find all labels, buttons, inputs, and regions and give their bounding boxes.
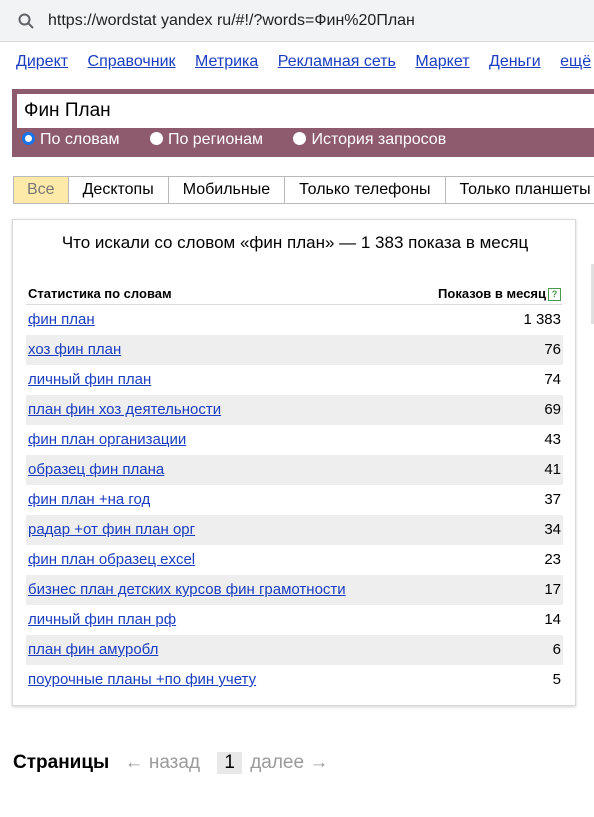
phrase-link[interactable]: фин план образец excel: [28, 551, 195, 568]
current-page: 1: [217, 752, 242, 774]
table-row: поурочные планы +по фин учету 5: [26, 665, 563, 695]
phrase-link[interactable]: фин план: [28, 311, 95, 328]
impressions-count: 34: [544, 521, 561, 538]
impressions-count: 74: [544, 371, 561, 388]
radio-history[interactable]: История запросов: [293, 131, 446, 149]
nav-link-spravochnik[interactable]: Справочник: [88, 53, 176, 70]
table-row: фин план +на год 37: [26, 485, 563, 515]
table-row: образец фин плана 41: [26, 455, 563, 485]
pagination-label: Страницы: [13, 752, 110, 773]
phrase-link[interactable]: фин план +на год: [28, 491, 150, 508]
impressions-count: 14: [544, 611, 561, 628]
tab-tablets-only[interactable]: Только планшеты: [444, 176, 594, 204]
prev-page-link: ← назад: [124, 752, 201, 773]
table-row: фин план 1 383: [26, 305, 563, 335]
phrase-link[interactable]: личный фин план: [28, 371, 151, 388]
nav-link-money[interactable]: Деньги: [489, 53, 541, 70]
phrase-link[interactable]: хоз фин план: [28, 341, 121, 358]
nav-link-direct[interactable]: Директ: [16, 53, 68, 70]
nav-link-more[interactable]: ещё: [560, 53, 591, 70]
phrase-link[interactable]: образец фин плана: [28, 461, 164, 478]
table-row: фин план образец excel 23: [26, 545, 563, 575]
column-header-count-label: Показов в месяц: [438, 286, 546, 301]
results-title: Что искали со словом «фин план» — 1 383 …: [61, 233, 529, 252]
search-mode-radios: По словам По регионам История запросов: [22, 131, 472, 149]
impressions-count: 1 383: [523, 311, 561, 328]
impressions-count: 69: [544, 401, 561, 418]
radio-label: История запросов: [311, 131, 447, 148]
phrase-link[interactable]: план фин хоз деятельности: [28, 401, 221, 418]
query-input[interactable]: [17, 94, 594, 128]
column-header-phrase: Статистика по словам: [28, 286, 172, 301]
impressions-count: 43: [544, 431, 561, 448]
search-panel: По словам По регионам История запросов: [12, 89, 594, 157]
impressions-count: 23: [544, 551, 561, 568]
help-icon[interactable]: ?: [548, 288, 561, 301]
tab-mobile[interactable]: Мобильные: [167, 176, 286, 204]
top-nav: Директ Справочник Метрика Рекламная сеть…: [16, 53, 591, 73]
phrase-link[interactable]: план фин амуробл: [28, 641, 158, 658]
results-card: Что искали со словом «фин план» — 1 383 …: [12, 219, 576, 706]
table-row: бизнес план детских курсов фин грамотнос…: [26, 575, 563, 605]
nav-link-market[interactable]: Маркет: [415, 53, 469, 70]
table-row: план фин хоз деятельности 69: [26, 395, 563, 425]
radio-by-regions[interactable]: По регионам: [149, 131, 263, 149]
phrase-link[interactable]: поурочные планы +по фин учету: [28, 671, 256, 688]
phrase-link[interactable]: фин план организации: [28, 431, 186, 448]
impressions-count: 5: [552, 671, 561, 688]
device-tabs: Все Десктопы Мобильные Только телефоны Тольк…: [13, 176, 594, 204]
nav-link-metrika[interactable]: Метрика: [195, 53, 258, 70]
table-row: фин план организации 43: [26, 425, 563, 455]
tab-all[interactable]: Все: [13, 176, 69, 204]
radio-checked-icon: [22, 132, 35, 145]
impressions-count: 17: [544, 581, 561, 598]
impressions-count: 41: [544, 461, 561, 478]
nav-link-ad-network[interactable]: Рекламная сеть: [278, 53, 396, 70]
next-page-link: далее →: [250, 752, 329, 773]
radio-label: По словам: [40, 131, 120, 148]
browser-address-bar: https://wordstat yandex ru/#!/?words=Фин…: [0, 0, 594, 42]
column-header-count: Показов в месяц?: [438, 286, 561, 301]
table-row: личный фин план рф 14: [26, 605, 563, 635]
table-row: хоз фин план 76: [26, 335, 563, 365]
phrase-link[interactable]: бизнес план детских курсов фин грамотнос…: [28, 581, 346, 598]
impressions-count: 76: [544, 341, 561, 358]
pagination: Страницы ← назад 1 далее →: [13, 752, 328, 780]
table-row: радар +от фин план орг 34: [26, 515, 563, 545]
table-row: план фин амуробл 6: [26, 635, 563, 665]
table-row: личный фин план 74: [26, 365, 563, 395]
tab-phones-only[interactable]: Только телефоны: [284, 176, 446, 204]
radio-by-words[interactable]: По словам: [22, 131, 119, 149]
radio-label: По регионам: [167, 131, 263, 148]
results-table: фин план 1 383 хоз фин план 76 личный фин …: [26, 305, 563, 695]
impressions-count: 37: [544, 491, 561, 508]
phrase-link[interactable]: личный фин план рф: [28, 611, 176, 628]
phrase-link[interactable]: радар +от фин план орг: [28, 521, 195, 538]
radio-unchecked-icon: [293, 132, 307, 145]
url-field[interactable]: https://wordstat yandex ru/#!/?words=Фин…: [4, 4, 594, 38]
search-icon: [18, 13, 34, 29]
url-text: https://wordstat yandex ru/#!/?words=Фин…: [48, 12, 415, 29]
radio-unchecked-icon: [149, 132, 163, 145]
impressions-count: 6: [552, 641, 561, 658]
tab-desktops[interactable]: Десктопы: [67, 176, 169, 204]
